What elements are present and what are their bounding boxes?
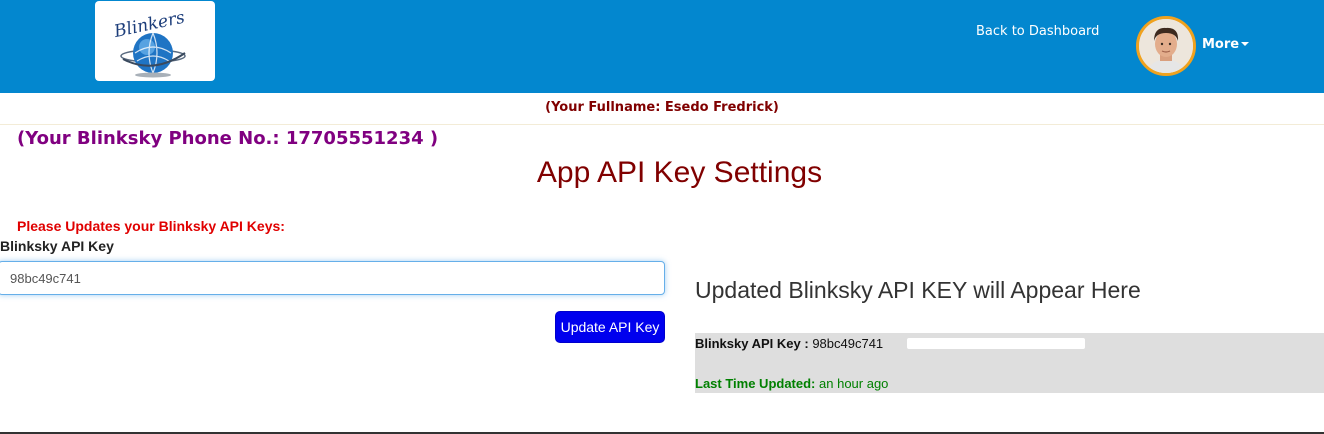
blinkers-logo[interactable]: Blinkers (95, 1, 215, 81)
last-updated-label: Last Time Updated: (695, 376, 816, 391)
more-label: More (1202, 37, 1240, 52)
redaction-mask (907, 338, 1085, 349)
result-heading: Updated Blinksky API KEY will Appear Her… (695, 277, 1141, 303)
back-to-dashboard-link[interactable]: Back to Dashboard (976, 24, 1099, 39)
result-key-label: Blinksky API Key : (695, 336, 809, 351)
avatar-portrait-icon (1139, 19, 1193, 73)
result-panel: Blinksky API Key : 98bc49c741 Last Time … (695, 333, 1324, 393)
last-updated-row: Last Time Updated: an hour ago (695, 376, 888, 391)
api-key-label: Blinksky API Key (0, 238, 114, 254)
user-fullname: (Your Fullname: Esedo Fredrick) (545, 100, 779, 115)
api-key-input[interactable] (0, 261, 665, 295)
update-api-key-button[interactable]: Update API Key (555, 311, 665, 343)
more-dropdown[interactable]: More (1202, 37, 1250, 52)
user-avatar[interactable] (1136, 16, 1196, 76)
top-navbar: Blinkers Back to Dashboard More (0, 0, 1324, 93)
caret-down-icon (1241, 41, 1250, 46)
result-key-value: 98bc49c741 (812, 336, 884, 351)
update-notice: Please Updates your Blinksky API Keys: (17, 218, 285, 234)
divider (0, 124, 1324, 125)
result-key-row: Blinksky API Key : 98bc49c741 (695, 336, 883, 351)
page-title: App API Key Settings (536, 156, 823, 189)
last-updated-value: an hour ago (819, 376, 889, 391)
user-phone-number: (Your Blinksky Phone No.: 17705551234 ) (17, 128, 439, 149)
globe-logo-icon: Blinkers (111, 8, 187, 78)
